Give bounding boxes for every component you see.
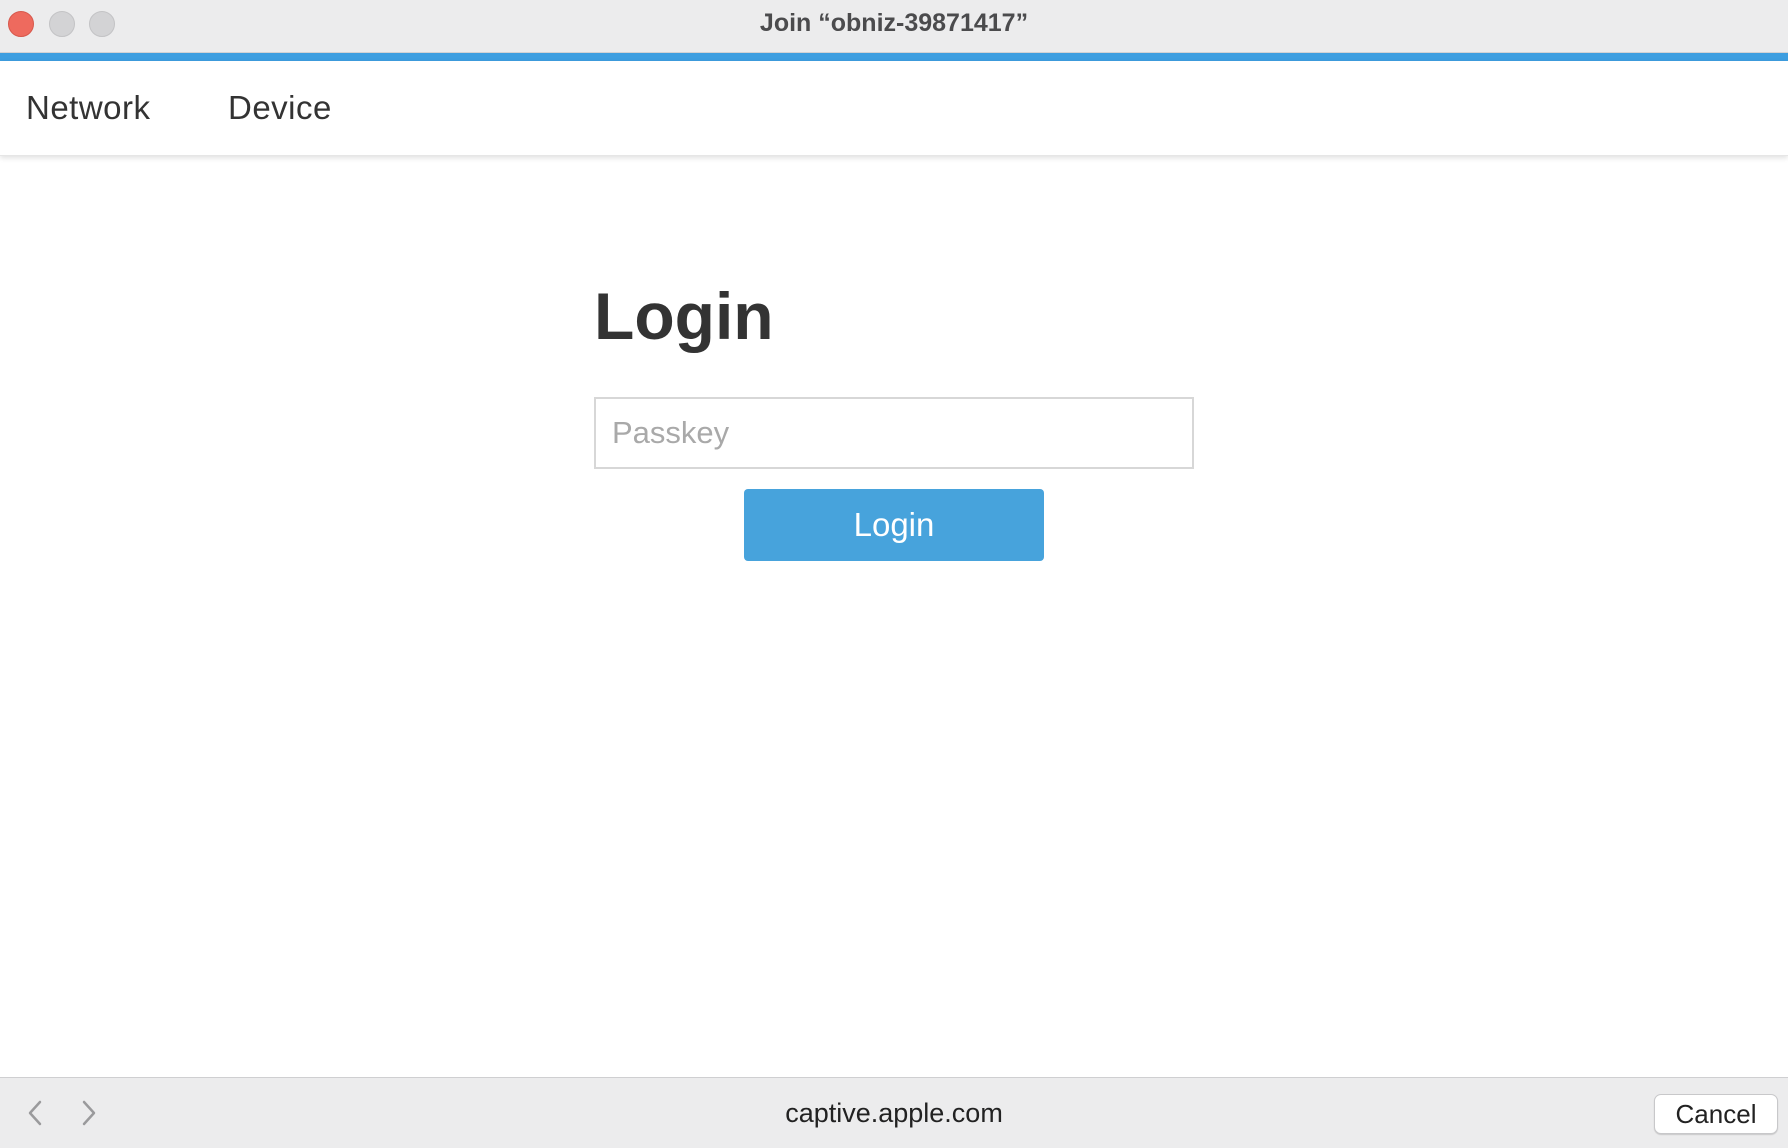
page-title: Login — [594, 279, 774, 353]
window-title: Join “obniz-39871417” — [759, 9, 1029, 37]
captive-portal-window: Join “obniz-39871417” Network Device Log… — [0, 0, 1788, 1148]
accent-bar — [0, 53, 1788, 61]
url-label: captive.apple.com — [785, 1098, 1003, 1128]
top-navbar: Network Device — [0, 61, 1788, 156]
passkey-input[interactable] — [594, 397, 1194, 469]
nav-link-device[interactable]: Device — [228, 89, 332, 127]
login-button[interactable]: Login — [744, 489, 1044, 561]
bottom-bar: captive.apple.com Cancel — [0, 1077, 1788, 1148]
nav-link-network[interactable]: Network — [26, 89, 151, 127]
cancel-button[interactable]: Cancel — [1654, 1094, 1778, 1134]
title-bar: Join “obniz-39871417” — [0, 0, 1788, 53]
